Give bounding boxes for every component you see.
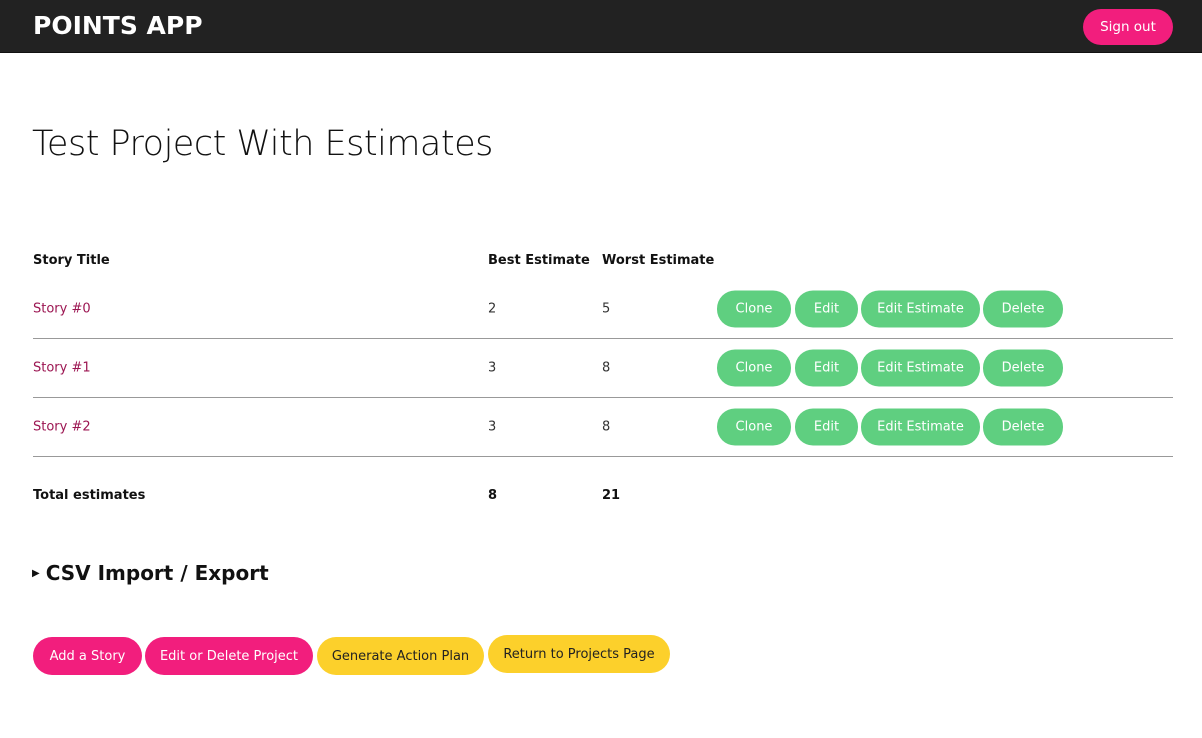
header-worst-estimate: Worst Estimate xyxy=(602,253,715,268)
table-row: Story #1 3 8 Clone Edit Edit Estimate De… xyxy=(33,339,1173,398)
total-estimates-label: Total estimates xyxy=(33,488,146,503)
worst-estimate-value: 8 xyxy=(602,419,611,435)
clone-button[interactable]: Clone xyxy=(717,408,791,446)
best-estimate-value: 2 xyxy=(488,301,497,317)
navbar: POINTS APP Sign out xyxy=(0,0,1202,53)
csv-import-export-toggle[interactable]: ▶ CSV Import / Export xyxy=(32,561,269,585)
total-best-estimate: 8 xyxy=(488,488,498,503)
clone-button[interactable]: Clone xyxy=(717,290,791,328)
total-worst-estimate: 21 xyxy=(602,488,621,503)
delete-button[interactable]: Delete xyxy=(983,408,1063,446)
edit-button[interactable]: Edit xyxy=(795,349,858,387)
sign-out-button[interactable]: Sign out xyxy=(1083,9,1173,45)
app-brand[interactable]: POINTS APP xyxy=(33,11,203,40)
edit-estimate-button[interactable]: Edit Estimate xyxy=(861,290,980,328)
table-row: Story #0 2 5 Clone Edit Edit Estimate De… xyxy=(33,280,1173,339)
header-story-title: Story Title xyxy=(33,253,110,268)
edit-estimate-button[interactable]: Edit Estimate xyxy=(861,349,980,387)
header-best-estimate: Best Estimate xyxy=(488,253,590,268)
add-story-button[interactable]: Add a Story xyxy=(33,637,142,675)
clone-button[interactable]: Clone xyxy=(717,349,791,387)
edit-delete-project-button[interactable]: Edit or Delete Project xyxy=(145,637,313,675)
page-title: Test Project With Estimates xyxy=(32,124,493,164)
story-title-link[interactable]: Story #1 xyxy=(33,361,91,376)
best-estimate-value: 3 xyxy=(488,360,497,376)
worst-estimate-value: 5 xyxy=(602,301,611,317)
edit-button[interactable]: Edit xyxy=(795,408,858,446)
story-title-link[interactable]: Story #2 xyxy=(33,420,91,435)
worst-estimate-value: 8 xyxy=(602,360,611,376)
edit-button[interactable]: Edit xyxy=(795,290,858,328)
table-row: Story #2 3 8 Clone Edit Edit Estimate De… xyxy=(33,398,1173,457)
edit-estimate-button[interactable]: Edit Estimate xyxy=(861,408,980,446)
story-title-link[interactable]: Story #0 xyxy=(33,302,91,317)
delete-button[interactable]: Delete xyxy=(983,290,1063,328)
best-estimate-value: 3 xyxy=(488,419,497,435)
csv-summary-label: CSV Import / Export xyxy=(45,561,269,585)
return-to-projects-button[interactable]: Return to Projects Page xyxy=(488,635,670,673)
delete-button[interactable]: Delete xyxy=(983,349,1063,387)
generate-action-plan-button[interactable]: Generate Action Plan xyxy=(317,637,484,675)
disclosure-triangle-icon: ▶ xyxy=(32,567,40,579)
